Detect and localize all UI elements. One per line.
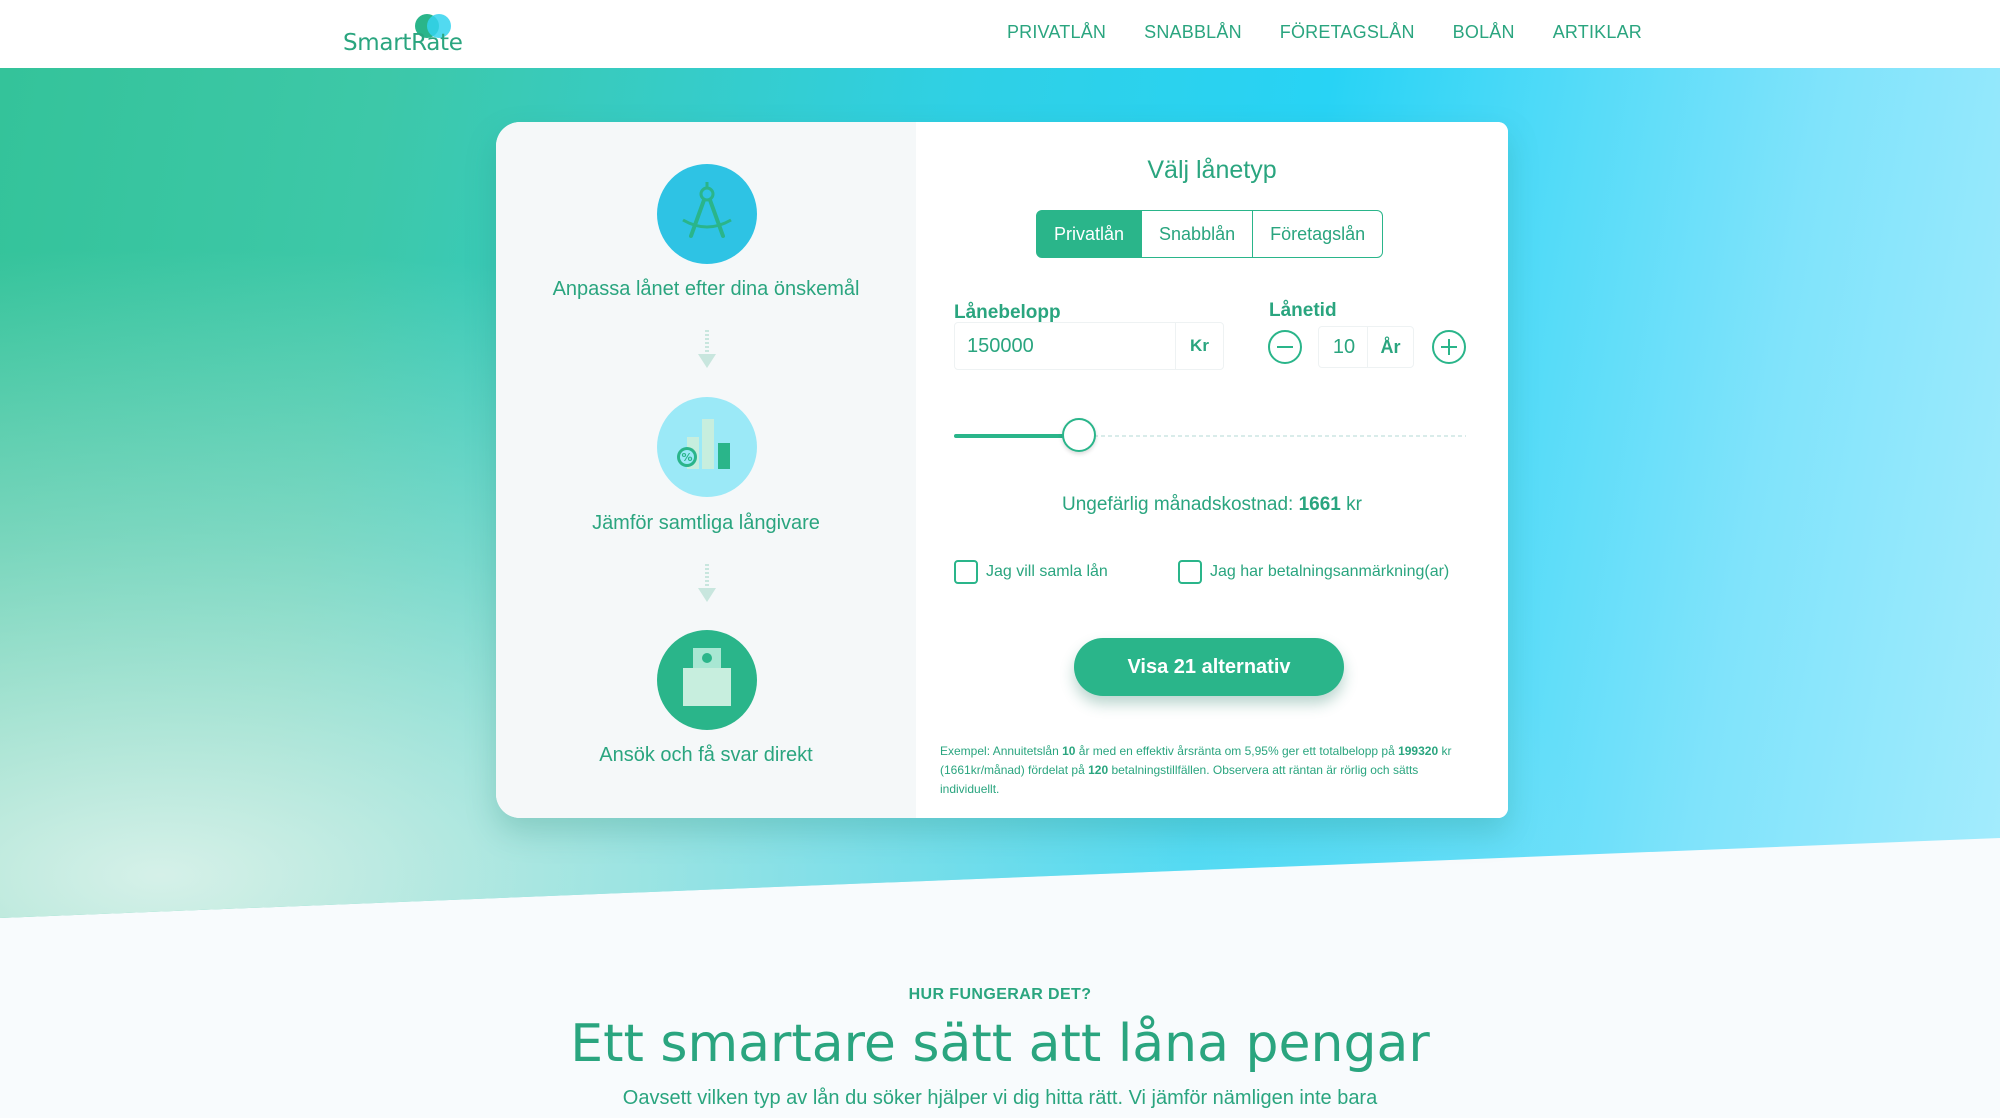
example-payments: 120 (1088, 763, 1109, 777)
monthly-cost: Ungefärlig månadskostnad: 1661 kr (916, 494, 1508, 516)
form-title: Välj lånetyp (1147, 156, 1277, 184)
checkbox-samla-lan[interactable]: Jag vill samla lån (954, 560, 1108, 584)
monthly-cost-suffix: kr (1346, 494, 1362, 515)
section-text: Oavsett vilken typ av lån du söker hjälp… (622, 1087, 1378, 1109)
smartrate-logo[interactable]: SmartRate (343, 12, 463, 58)
step-1-text: Anpassa lånet efter dina önskemål (552, 278, 860, 300)
arrow-down-icon (696, 328, 718, 370)
amount-input[interactable] (955, 323, 1177, 369)
checkbox-label: Jag har betalningsanmärkning(ar) (1210, 563, 1450, 580)
checkbox[interactable] (1178, 560, 1202, 584)
checkbox-label: Jag vill samla lån (986, 563, 1108, 580)
nav-link-artiklar[interactable]: ARTIKLAR (1553, 22, 1642, 43)
svg-text:%: % (681, 451, 692, 464)
example-text: Exempel: Annuitetslån (940, 744, 1063, 758)
loan-calculator-card: Anpassa lånet efter dina önskemål % Jämf… (496, 122, 1508, 818)
monthly-cost-value: 1661 (1298, 494, 1341, 515)
nav-link-foretagslan[interactable]: FÖRETAGSLÅN (1280, 22, 1415, 43)
slider-thumb[interactable] (1062, 418, 1097, 452)
example-disclaimer: Exempel: Annuitetslån 10 år med en effek… (940, 742, 1480, 799)
term-field-wrapper: År (1318, 326, 1414, 368)
amount-unit: Kr (1175, 323, 1223, 369)
checkbox[interactable] (954, 560, 978, 584)
checkbox-betalningsanmarkning[interactable]: Jag har betalningsanmärkning(ar) (1178, 560, 1449, 584)
term-unit: År (1367, 327, 1413, 367)
tab-privatlan[interactable]: Privatlån (1036, 210, 1143, 258)
loan-form: Välj lånetyp Privatlån Snabblån Företags… (916, 122, 1508, 818)
amount-label: Lånebelopp (954, 302, 1061, 323)
step-2-text: Jämför samtliga långivare (592, 512, 820, 534)
arrow-down-icon (696, 562, 718, 604)
bar-chart-percent-icon: % (657, 397, 757, 497)
bag-icon (657, 630, 757, 730)
nav-link-bolan[interactable]: BOLÅN (1453, 22, 1515, 43)
compass-icon (657, 164, 757, 264)
example-total: 199320 (1398, 744, 1439, 758)
amount-slider[interactable] (954, 418, 1466, 452)
top-navbar: SmartRate PRIVATLÅN SNABBLÅN FÖRETAGSLÅN… (0, 0, 2000, 68)
section-title: Ett smartare sätt att låna pengar (570, 1014, 1430, 1074)
monthly-cost-prefix: Ungefärlig månadskostnad: (1062, 494, 1294, 515)
tab-snabblan[interactable]: Snabblån (1142, 210, 1254, 258)
term-label: Lånetid (1269, 300, 1337, 321)
nav-link-privatlan[interactable]: PRIVATLÅN (1007, 22, 1106, 43)
nav-links: PRIVATLÅN SNABBLÅN FÖRETAGSLÅN BOLÅN ART… (969, 22, 1642, 43)
term-input[interactable] (1319, 327, 1369, 367)
step-3-text: Ansök och få svar direkt (599, 744, 813, 766)
increase-term-button[interactable] (1432, 330, 1466, 364)
tab-foretagslan[interactable]: Företagslån (1253, 210, 1384, 258)
slider-fill (954, 434, 1080, 438)
logo-text: SmartRate (343, 30, 463, 56)
nav-link-snabblan[interactable]: SNABBLÅN (1144, 22, 1242, 43)
loan-type-tabs: Privatlån Snabblån Företagslån (1036, 210, 1384, 258)
example-text: år med en effektiv årsränta om 5,95% ger… (1075, 744, 1399, 758)
decrease-term-button[interactable] (1268, 330, 1302, 364)
steps-panel: Anpassa lånet efter dina önskemål % Jämf… (496, 122, 916, 818)
amount-field-wrapper: Kr (954, 322, 1224, 370)
example-years: 10 (1062, 744, 1076, 758)
section-kicker: HUR FUNGERAR DET? (908, 986, 1092, 1003)
show-alternatives-button[interactable]: Visa 21 alternativ (1074, 638, 1344, 696)
